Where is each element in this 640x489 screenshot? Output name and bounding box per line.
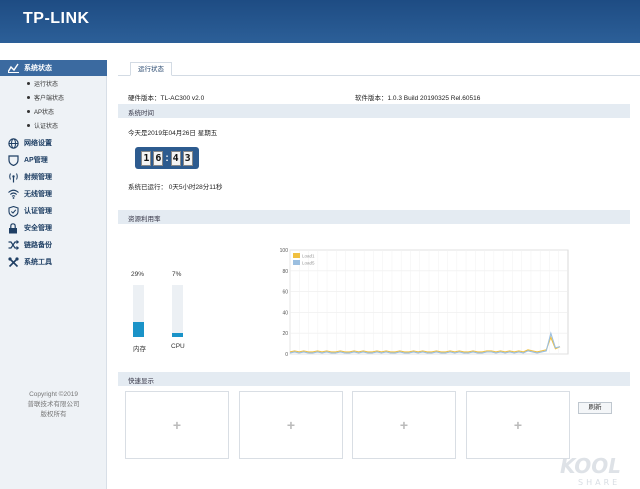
clock-colon: : <box>165 152 169 164</box>
sidebar-item-label: 网络设置 <box>24 140 52 147</box>
copyright: Copyright ©2019 普联技术有限公司 版权所有 <box>0 390 107 420</box>
subitem-ap-status[interactable]: AP状态 <box>0 105 107 118</box>
memory-bar-fill <box>133 321 144 337</box>
y-tick-label: 20 <box>282 331 288 337</box>
sidebar-item-label: 系统工具 <box>24 259 52 266</box>
sidebar-item-network[interactable]: 网络设置 <box>0 135 107 151</box>
memory-percent: 29% <box>131 271 145 278</box>
cpu-label: CPU <box>171 343 185 350</box>
sidebar-item-security[interactable]: 安全管理 <box>0 220 107 236</box>
sidebar-item-label: 安全管理 <box>24 225 52 232</box>
bullet-icon <box>27 110 30 113</box>
sidebar-item-tools[interactable]: 系统工具 <box>0 254 107 270</box>
top-header: TP-LINK <box>0 0 640 43</box>
sidebar-item-label: 认证管理 <box>24 208 52 215</box>
clock-digit: 4 <box>170 150 181 166</box>
software-version: 软件版本：1.0.3 Build 20190325 Rel.60516 <box>355 95 481 102</box>
section-title: 系统时间 <box>128 110 154 117</box>
subitem-label: 客户端状态 <box>34 96 65 102</box>
cpu-bar-fill <box>172 333 183 337</box>
koolshare-watermark: KOOL SHARE koolshare.cn <box>516 449 640 489</box>
refresh-button[interactable]: 刷新 <box>578 402 612 414</box>
clock-digit: 6 <box>153 150 164 166</box>
y-tick-label: 100 <box>280 248 289 254</box>
section-title: 资源利用率 <box>128 216 161 223</box>
subitem-run-status[interactable]: 运行状态 <box>0 77 107 90</box>
sidebar-item-ap[interactable]: AP管理 <box>0 152 107 168</box>
sidebar-item-label: 链路备份 <box>24 242 52 249</box>
ap-shield-icon <box>7 154 19 166</box>
wifi-icon <box>7 188 19 200</box>
y-tick-label: 0 <box>285 352 288 358</box>
cpu-percent: 7% <box>172 271 182 278</box>
tab-run-status[interactable]: 运行状态 <box>130 62 172 76</box>
hardware-version: 硬件版本：TL-AC300 v2.0 <box>128 95 205 102</box>
section-quick-display: 快速显示 <box>118 372 630 386</box>
bullet-icon <box>27 82 30 85</box>
clock-digit: 1 <box>141 150 152 166</box>
subitem-label: 认证状态 <box>34 124 59 130</box>
today-date: 今天是2019年04月26日 星期五 <box>128 130 218 137</box>
subitem-client-status[interactable]: 客户端状态 <box>0 91 107 104</box>
header-spacer <box>0 43 640 60</box>
sidebar-item-rf[interactable]: 射频管理 <box>0 169 107 185</box>
sidebar-item-label: 射频管理 <box>24 174 52 181</box>
sidebar-item-wireless[interactable]: 无线管理 <box>0 186 107 202</box>
legend-swatch-load1 <box>293 253 300 258</box>
sidebar-item-label: 无线管理 <box>24 191 52 198</box>
legend-swatch-load5 <box>293 260 300 265</box>
cpu-bar <box>172 285 183 337</box>
bullet-icon <box>27 96 30 99</box>
sidebar-item-label: 系统状态 <box>24 65 52 72</box>
section-system-time: 系统时间 <box>118 104 630 118</box>
digital-clock: 1 6 : 4 3 <box>135 147 199 169</box>
subitem-label: AP状态 <box>34 110 55 116</box>
y-tick-label: 60 <box>282 290 288 296</box>
y-tick-label: 80 <box>282 269 288 275</box>
chart-line-icon <box>7 62 19 74</box>
subitem-label: 运行状态 <box>34 82 59 88</box>
copyright-line: Copyright ©2019 <box>29 391 78 398</box>
sidebar-item-status[interactable]: 系统状态 <box>0 60 107 76</box>
sidebar-item-label: AP管理 <box>24 157 48 164</box>
legend-label-load1: Load1 <box>302 254 315 259</box>
tools-icon <box>7 256 19 268</box>
load-chart-svg: 0 20 40 60 80 100 Load1 Load5 <box>280 248 569 358</box>
copyright-company: 普联技术有限公司 <box>27 401 80 408</box>
tp-link-logo: TP-LINK <box>23 10 90 27</box>
sidebar-item-auth[interactable]: 认证管理 <box>0 203 107 219</box>
memory-label: 内存 <box>133 346 146 353</box>
section-title: 快速显示 <box>128 378 154 385</box>
tab-bar: 运行状态 <box>118 60 640 76</box>
sidebar-item-link-backup[interactable]: 链路备份 <box>0 237 107 253</box>
y-tick-label: 40 <box>282 310 288 316</box>
copyright-rights: 版权所有 <box>40 411 67 418</box>
globe-icon <box>7 137 19 149</box>
quick-slot-1[interactable]: + <box>125 391 229 459</box>
subitem-auth-status[interactable]: 认证状态 <box>0 119 107 132</box>
antenna-icon <box>7 171 19 183</box>
clock-digit: 3 <box>182 150 193 166</box>
quick-slot-3[interactable]: + <box>352 391 456 459</box>
memory-bar <box>133 285 144 337</box>
watermark-bottom: SHARE <box>578 478 620 487</box>
section-resource: 资源利用率 <box>118 210 630 224</box>
shuffle-icon <box>7 239 19 251</box>
load-chart: 0 20 40 60 80 100 Load1 Load5 <box>278 246 570 358</box>
quick-slot-2[interactable]: + <box>239 391 343 459</box>
lock-icon <box>7 222 19 234</box>
sidebar: 系统状态 运行状态 客户端状态 AP状态 认证状态 网络设置 AP管理 射频管理… <box>0 60 107 489</box>
uptime: 系统已运行： 0天5小时28分11秒 <box>128 184 223 191</box>
check-shield-icon <box>7 205 19 217</box>
legend-label-load5: Load5 <box>302 261 315 266</box>
watermark-top: KOOL <box>560 454 621 478</box>
bullet-icon <box>27 124 30 127</box>
